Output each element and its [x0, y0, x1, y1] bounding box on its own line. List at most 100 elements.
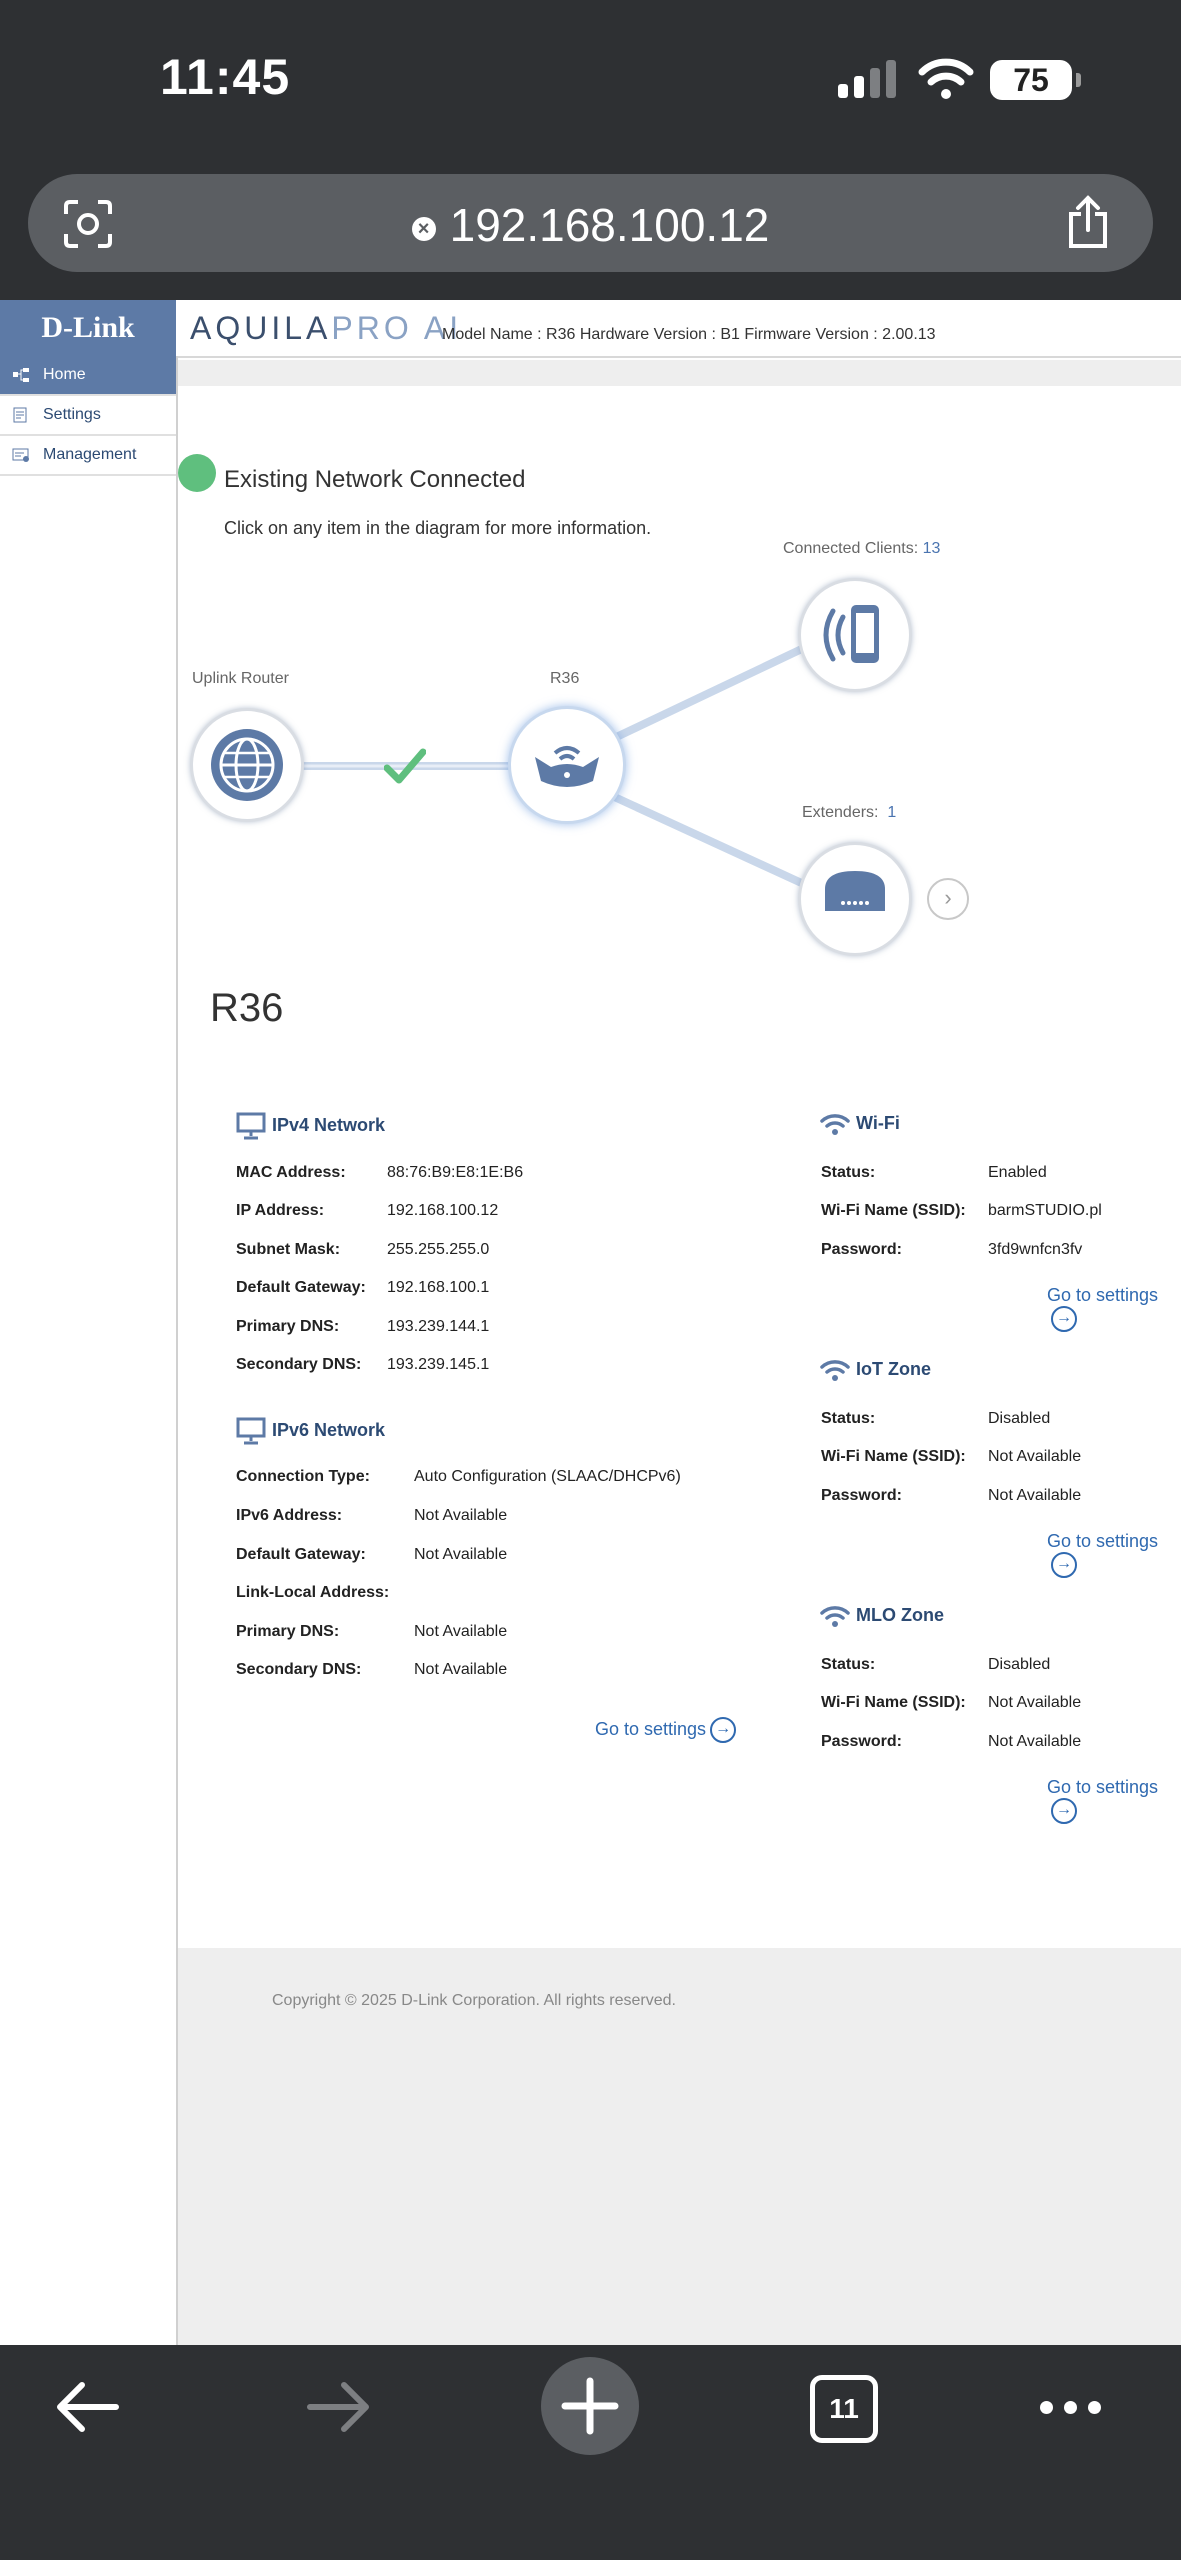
mlo-section-title: MLO Zone	[820, 1604, 944, 1628]
sidebar-item-settings[interactable]: Settings	[0, 396, 176, 436]
tabs-button[interactable]: 11	[810, 2375, 878, 2443]
iot-value: Not Available	[988, 1448, 1082, 1465]
page-strip	[178, 360, 1181, 386]
ipv6-label: Connection Type:	[236, 1468, 370, 1485]
wifi-label: Status:	[821, 1164, 876, 1181]
arrow-right-icon: →	[1051, 1552, 1077, 1578]
ipv6-label: Primary DNS:	[236, 1623, 340, 1640]
wifi-value: 3fd9wnfcn3fv	[988, 1241, 1083, 1258]
uplink-router-node[interactable]	[190, 708, 304, 822]
ipv6-value: Not Available	[414, 1546, 508, 1563]
sidebar-item-label: Management	[43, 446, 137, 463]
url-text[interactable]: 192.168.100.12	[450, 199, 770, 251]
settings-doc-icon	[13, 407, 27, 423]
wifi-label: Password:	[821, 1241, 902, 1258]
network-icon	[13, 368, 29, 382]
wifi-icon	[820, 1114, 850, 1135]
status-time: 11:45	[160, 49, 291, 105]
ipv4-label: MAC Address:	[236, 1164, 346, 1181]
ipv6-label: Link-Local Address:	[236, 1584, 390, 1601]
sidebar-item-management[interactable]: Management	[0, 436, 176, 476]
ipv6-value: Not Available	[414, 1661, 508, 1678]
iot-value: Disabled	[988, 1410, 1051, 1427]
sidebar: Home Settings Management	[0, 356, 178, 2345]
ipv6-label: Default Gateway:	[236, 1546, 366, 1563]
chevron-right-icon: ›	[944, 885, 952, 910]
dlink-logo: D-Link	[0, 300, 176, 356]
ipv6-label: IPv6 Address:	[236, 1507, 343, 1524]
back-arrow-icon[interactable]	[52, 2379, 122, 2435]
connected-clients-node[interactable]	[798, 578, 912, 692]
main-content: Existing Network Connected Click on any …	[178, 386, 1181, 1946]
globe-icon	[211, 729, 283, 801]
browser-toolbar: 11	[0, 2345, 1181, 2560]
arrow-right-icon: →	[710, 1717, 737, 1743]
arrow-right-icon: →	[1051, 1306, 1077, 1332]
ipv4-value: 193.239.144.1	[387, 1318, 490, 1335]
status-bar: 11:45 75	[0, 0, 1181, 160]
ipv4-label: Secondary DNS:	[236, 1356, 362, 1373]
next-extender-button[interactable]: ›	[927, 878, 969, 920]
ipv4-label: IP Address:	[236, 1202, 325, 1219]
connected-clients-label: Connected Clients: 13	[783, 540, 941, 557]
uplink-router-label: Uplink Router	[192, 670, 289, 687]
iot-label: Status:	[821, 1410, 876, 1427]
wifi-go-to-settings-link[interactable]: Go to settings→	[1047, 1285, 1181, 1332]
wifi-value: Enabled	[988, 1164, 1047, 1181]
wifi-status-icon	[918, 58, 974, 99]
device-title: R36	[210, 986, 284, 1030]
battery-indicator: 75	[990, 60, 1081, 100]
ipv4-section-title: IPv4 Network	[236, 1112, 385, 1140]
wifi-value: barmSTUDIO.pl	[988, 1202, 1102, 1219]
ipv4-value: 192.168.100.12	[387, 1202, 499, 1219]
iot-value: Not Available	[988, 1487, 1082, 1504]
r36-router-node[interactable]	[508, 706, 626, 824]
ipv6-value: Not Available	[414, 1623, 508, 1640]
ipv6-section-title: IPv6 Network	[236, 1417, 385, 1445]
more-options-icon[interactable]	[1040, 2401, 1112, 2419]
new-tab-button[interactable]	[541, 2357, 639, 2455]
extenders-count: 1	[887, 804, 897, 821]
iot-section-title: IoT Zone	[820, 1358, 931, 1382]
mlo-label: Password:	[821, 1733, 902, 1750]
mlo-label: Status:	[821, 1656, 876, 1673]
mlo-value: Not Available	[988, 1733, 1082, 1750]
model-info: Model Name : R36 Hardware Version : B1 F…	[442, 326, 936, 343]
iot-go-to-settings-link[interactable]: Go to settings→	[1047, 1531, 1181, 1578]
aquila-brand: AQUILAPRO AI	[190, 310, 463, 346]
extenders-label: Extenders: 1	[802, 804, 897, 821]
ipv4-label: Default Gateway:	[236, 1279, 366, 1296]
mobile-device-icon	[823, 605, 879, 663]
plus-icon	[561, 2377, 619, 2435]
clients-count: 13	[922, 540, 941, 557]
computer-icon	[236, 1417, 266, 1445]
top-bar: AQUILAPRO AI Model Name : R36 Hardware V…	[176, 300, 1181, 358]
mlo-value: Not Available	[988, 1694, 1082, 1711]
network-diagram-lines	[302, 642, 810, 890]
extender-node[interactable]	[798, 842, 912, 956]
ipv6-go-to-settings-link[interactable]: Go to settings →	[595, 1717, 737, 1743]
iot-label: Wi-Fi Name (SSID):	[821, 1448, 966, 1465]
footer: Copyright © 2025 D-Link Corporation. All…	[178, 1948, 1181, 2345]
clear-url-icon[interactable]: ×	[411, 216, 436, 241]
mlo-go-to-settings-link[interactable]: Go to settings→	[1047, 1777, 1181, 1824]
share-icon[interactable]	[1063, 194, 1113, 250]
ipv4-value: 88:76:B9:E8:1E:B6	[387, 1164, 524, 1181]
arrow-right-icon: →	[1051, 1798, 1077, 1824]
sidebar-item-home[interactable]: Home	[0, 356, 176, 396]
web-page: D-Link AQUILAPRO AI Model Name : R36 Har…	[0, 300, 1181, 2345]
connected-check-icon	[384, 748, 426, 784]
mlo-value: Disabled	[988, 1656, 1051, 1673]
ipv6-label: Secondary DNS:	[236, 1661, 362, 1678]
wifi-icon	[820, 1606, 850, 1627]
address-bar[interactable]: × 192.168.100.12	[28, 174, 1153, 272]
ipv4-value: 193.239.145.1	[387, 1356, 490, 1373]
r36-node-label: R36	[550, 670, 580, 687]
management-icon	[12, 448, 29, 462]
sidebar-item-label: Home	[43, 366, 86, 383]
ipv6-value: Auto Configuration (SLAAC/DHCPv6)	[414, 1468, 681, 1485]
wifi-section-title: Wi-Fi	[820, 1112, 900, 1136]
forward-arrow-icon[interactable]	[304, 2379, 374, 2435]
cellular-signal-icon	[838, 60, 900, 98]
copyright-text: Copyright © 2025 D-Link Corporation. All…	[272, 1992, 676, 2009]
